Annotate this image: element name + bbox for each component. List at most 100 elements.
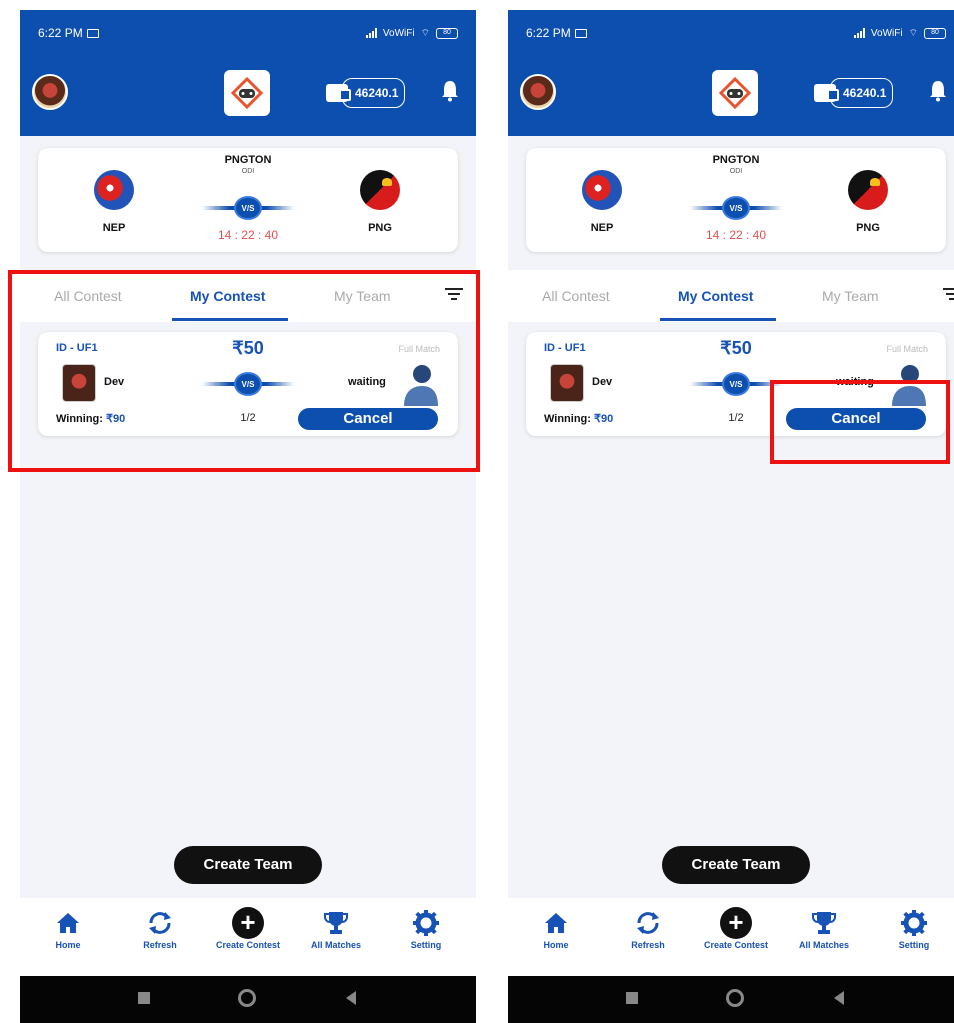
vs-label: V/S xyxy=(722,372,750,396)
app-header: 46240.1 xyxy=(20,56,476,136)
active-tab-indicator xyxy=(660,318,776,321)
winning-info: Winning: ₹90 xyxy=(544,412,613,425)
home-circle-icon[interactable] xyxy=(726,989,744,1007)
recents-icon[interactable] xyxy=(138,992,150,1004)
nav-matches-label: All Matches xyxy=(798,940,849,950)
status-time: 6:22 PM xyxy=(526,26,571,40)
battery-icon: 80 xyxy=(436,27,458,39)
entry-fee: ₹50 xyxy=(720,338,752,358)
plus-icon: + xyxy=(720,907,752,939)
highlight-box-cancel-button xyxy=(770,380,950,464)
trophy-icon xyxy=(812,912,836,934)
nepal-flag-icon xyxy=(94,170,134,210)
filter-icon[interactable] xyxy=(942,288,954,302)
tab-all-contest[interactable]: All Contest xyxy=(542,288,610,304)
nav-create-contest[interactable]: + Create Contest xyxy=(208,907,288,950)
wallet-icon xyxy=(814,84,839,102)
tab-my-team[interactable]: My Team xyxy=(822,288,879,304)
nav-matches-label: All Matches xyxy=(310,940,361,950)
app-logo-icon xyxy=(712,70,758,116)
app-logo-icon xyxy=(224,70,270,116)
home-circle-icon[interactable] xyxy=(238,989,256,1007)
wallet-icon xyxy=(326,84,351,102)
status-time: 6:22 PM xyxy=(38,26,83,40)
vs-badge: V/S xyxy=(690,196,782,220)
back-icon[interactable] xyxy=(834,991,844,1005)
match-format: ODI xyxy=(241,168,255,175)
gear-icon xyxy=(901,910,927,936)
match-card[interactable]: NEP PNGTON ODI V/S 14 : 22 : 40 PNG xyxy=(526,148,946,252)
nav-create-label: Create Contest xyxy=(703,940,768,950)
profile-avatar[interactable] xyxy=(520,74,556,110)
vs-badge: V/S xyxy=(202,196,294,220)
nav-refresh-label: Refresh xyxy=(631,940,665,950)
match-card[interactable]: NEP PNGTON ODI V/S 14 : 22 : 40 PNG xyxy=(38,148,458,252)
player-name: Dev xyxy=(592,376,613,388)
battery-icon: 80 xyxy=(924,27,946,39)
notification-bell-icon[interactable] xyxy=(440,78,460,104)
vs-label: V/S xyxy=(234,196,262,220)
tab-my-contest[interactable]: My Contest xyxy=(678,288,753,304)
nav-home-label: Home xyxy=(543,940,569,950)
screen-cast-icon xyxy=(86,28,99,38)
nav-refresh[interactable]: Refresh xyxy=(120,908,200,950)
notification-bell-icon[interactable] xyxy=(928,78,948,104)
screen-cast-icon xyxy=(574,28,587,38)
match-countdown: 14 : 22 : 40 xyxy=(217,228,279,242)
nepal-flag-icon xyxy=(582,170,622,210)
gear-icon xyxy=(413,910,439,936)
home-icon xyxy=(57,913,79,933)
status-bar: 6:22 PM VoWiFi ⌔ 80 xyxy=(508,10,954,56)
create-team-button[interactable]: Create Team xyxy=(662,846,810,884)
gamepad-logo-icon xyxy=(718,76,752,110)
contest-type: Full Match xyxy=(886,344,928,354)
match-format: ODI xyxy=(729,168,743,175)
wifi-icon: ⌔ xyxy=(420,27,430,39)
nav-all-matches[interactable]: All Matches xyxy=(296,908,376,950)
nav-refresh[interactable]: Refresh xyxy=(608,908,688,950)
match-countdown: 14 : 22 : 40 xyxy=(705,228,767,242)
profile-avatar[interactable] xyxy=(32,74,68,110)
home-icon xyxy=(545,913,567,933)
wallet-balance: 46240.1 xyxy=(342,78,406,108)
nav-all-matches[interactable]: All Matches xyxy=(784,908,864,950)
player-avatar xyxy=(550,364,584,402)
nav-refresh-label: Refresh xyxy=(143,940,177,950)
highlight-box-contest-section xyxy=(8,270,480,472)
nav-home-label: Home xyxy=(55,940,81,950)
nav-home[interactable]: Home xyxy=(28,908,108,950)
android-nav-bar xyxy=(508,976,954,1023)
signal-icon xyxy=(853,28,865,38)
status-bar: 6:22 PM VoWiFi ⌔ 80 xyxy=(20,10,476,56)
bottom-navigation: Home Refresh + Create Contest All Matche… xyxy=(508,898,954,976)
team-left-name: NEP xyxy=(102,222,126,234)
nav-create-label: Create Contest xyxy=(215,940,280,950)
recents-icon[interactable] xyxy=(626,992,638,1004)
phone-screenshot-left: 6:22 PM VoWiFi ⌔ 80 46240.1 NEP PNGTON O… xyxy=(20,10,476,1023)
match-title: PNGTON xyxy=(712,154,760,166)
team-right-name: PNG xyxy=(856,222,880,234)
nav-setting-label: Setting xyxy=(410,940,442,950)
match-title: PNGTON xyxy=(224,154,272,166)
gamepad-logo-icon xyxy=(230,76,264,110)
nav-home[interactable]: Home xyxy=(516,908,596,950)
wifi-icon: ⌔ xyxy=(908,27,918,39)
android-nav-bar xyxy=(20,976,476,1023)
bottom-navigation: Home Refresh + Create Contest All Matche… xyxy=(20,898,476,976)
slots-filled: 1/2 xyxy=(728,412,744,424)
create-team-button[interactable]: Create Team xyxy=(174,846,322,884)
wallet-button[interactable]: 46240.1 xyxy=(326,74,418,112)
team-right-name: PNG xyxy=(368,222,392,234)
back-icon[interactable] xyxy=(346,991,356,1005)
refresh-icon xyxy=(149,912,171,934)
nav-setting-label: Setting xyxy=(898,940,930,950)
contest-tabs: All Contest My Contest My Team xyxy=(508,270,954,322)
nav-setting[interactable]: Setting xyxy=(386,908,466,950)
nav-setting[interactable]: Setting xyxy=(874,908,954,950)
wallet-button[interactable]: 46240.1 xyxy=(814,74,906,112)
nav-create-contest[interactable]: + Create Contest xyxy=(696,907,776,950)
signal-icon xyxy=(365,28,377,38)
team-left-name: NEP xyxy=(590,222,614,234)
plus-icon: + xyxy=(232,907,264,939)
refresh-icon xyxy=(637,912,659,934)
